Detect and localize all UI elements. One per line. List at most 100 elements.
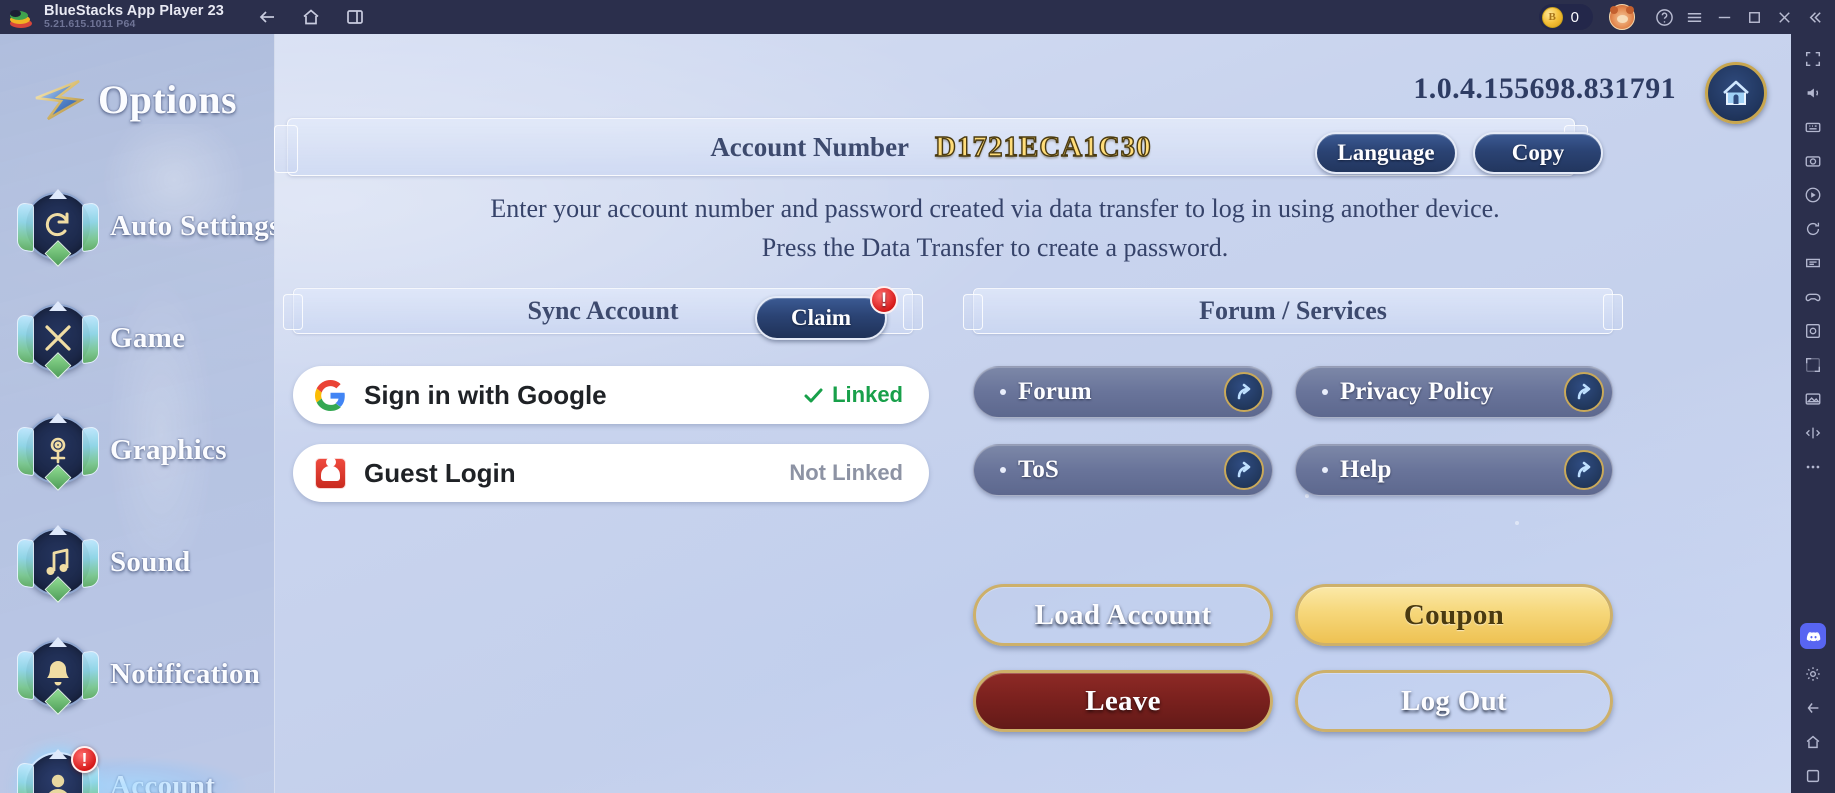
gear-refresh-icon [17,189,99,267]
video-record-icon[interactable] [1793,178,1833,212]
close-icon[interactable] [1769,0,1799,34]
sidebar-item-label: Auto Settings [110,209,275,242]
claim-button[interactable]: Claim ! [755,286,898,340]
titlebar-right-group: B 0 [1538,0,1835,34]
media-manager-icon[interactable] [1793,382,1833,416]
options-header: Options [28,76,237,123]
google-login-status-text: Linked [832,382,903,407]
forum-link-label: Forum [1018,378,1092,405]
coupon-button[interactable]: Coupon [1295,584,1613,646]
menu-icon[interactable] [1679,0,1709,34]
home-button[interactable] [1705,62,1767,124]
game-viewport: Options Auto Settings Game Graphics Soun… [0,34,1791,793]
sidebar-item-account[interactable]: ! Account [0,730,274,793]
sidebar-item-label: Graphics [110,433,227,466]
settings-icon[interactable] [1793,657,1833,691]
privacy-policy-link-button[interactable]: Privacy Policy [1295,366,1613,418]
help-link-button[interactable]: Help [1295,444,1613,496]
sidebar-item-label: Sound [110,545,191,578]
bell-icon [17,637,99,715]
info-text-line-1: Enter your account number and password c… [490,194,1500,223]
home-icon[interactable] [300,6,322,28]
keyboard-controls-icon[interactable] [1793,110,1833,144]
discord-icon[interactable] [1800,623,1826,649]
screen-capture-icon[interactable] [1793,314,1833,348]
google-login-row[interactable]: Sign in with Google Linked [293,366,929,424]
status-badge: ! [71,746,98,773]
options-sidebar: Options Auto Settings Game Graphics Soun… [0,34,275,793]
leave-button[interactable]: Leave [973,670,1273,732]
forum-services-header: Forum / Services [963,288,1623,334]
account-panel: 1.0.4.155698.831791 Account Number D1721… [274,34,1791,793]
info-text-line-2: Press the Data Transfer to create a pass… [761,233,1229,262]
user-avatar[interactable] [1609,4,1635,30]
tos-link-button[interactable]: ToS [973,444,1273,496]
minimize-icon[interactable] [1709,0,1739,34]
google-login-label: Sign in with Google [364,379,607,410]
guest-login-row[interactable]: Guest Login Not Linked [293,444,929,502]
sidebar-item-label: Notification [110,657,261,690]
bluestacks-tool-rail [1791,34,1835,793]
check-icon [804,388,823,403]
sidebar-item-label: Game [110,321,186,354]
recents-icon[interactable] [1793,759,1833,793]
log-out-button[interactable]: Log Out [1295,670,1613,732]
sidebar-item-graphics[interactable]: Graphics [0,394,274,506]
guest-login-status: Not Linked [789,460,903,486]
guest-user-icon [315,457,346,489]
claim-button-label: Claim [790,305,852,330]
sidebar-item-sound[interactable]: Sound [0,506,274,618]
google-login-status: Linked [802,382,903,408]
bluestacks-titlebar: BlueStacks App Player 23 5.21.615.1011 P… [0,0,1835,34]
sidebar-item-notification[interactable]: Notification [0,618,274,730]
more-icon[interactable] [1793,450,1833,484]
load-account-button[interactable]: Load Account [973,584,1273,646]
game-version: 1.0.4.155698.831791 [1413,72,1676,105]
back-icon[interactable] [256,6,278,28]
multi-instance-icon[interactable] [344,6,366,28]
app-version: 5.21.615.1011 P64 [44,18,136,31]
decor-sparkle [1305,494,1309,498]
external-link-icon [1564,450,1604,490]
options-arrow-icon [35,79,84,120]
coin-counter[interactable]: B 0 [1538,4,1593,30]
home-arrow-icon[interactable] [1793,725,1833,759]
copy-button[interactable]: Copy [1473,132,1603,174]
screenshot-icon[interactable] [1793,144,1833,178]
gamepad-icon[interactable] [1793,280,1833,314]
claim-alert-badge: ! [870,286,898,314]
help-link-label: Help [1340,456,1392,483]
crossed-swords-icon [17,301,99,379]
google-logo-icon [315,379,345,411]
language-button[interactable]: Language [1315,132,1457,174]
macro-icon[interactable] [1793,246,1833,280]
account-number-value: D1721ECA1C30 [934,130,1152,163]
external-link-icon [1224,372,1264,412]
account-number-label: Account Number [710,131,910,162]
house-icon [1723,80,1749,105]
sidebar-menu: Auto Settings Game Graphics Sound Notifi… [0,170,275,793]
screen: BlueStacks App Player 23 5.21.615.1011 P… [0,0,1835,793]
collapse-sidebar-icon[interactable] [1799,0,1829,34]
fullscreen-icon[interactable] [1793,42,1833,76]
coin-icon: B [1541,6,1563,28]
resize-icon[interactable] [1793,348,1833,382]
volume-icon[interactable] [1793,76,1833,110]
page-title: Options [98,77,238,122]
guest-login-status-text: Not Linked [789,460,903,485]
maximize-icon[interactable] [1739,0,1769,34]
external-link-icon [1564,372,1604,412]
rotate-icon[interactable] [1793,212,1833,246]
shake-icon[interactable] [1793,416,1833,450]
sidebar-item-label: Account [110,769,216,793]
decor-sparkle [1515,521,1519,525]
forum-link-button[interactable]: Forum [973,366,1273,418]
back-arrow-icon[interactable] [1793,691,1833,725]
app-title: BlueStacks App Player 23 [44,2,224,19]
sidebar-item-auto-settings[interactable]: Auto Settings [0,170,275,282]
sidebar-item-game[interactable]: Game [0,282,274,394]
titlebar-texts: BlueStacks App Player 23 5.21.615.1011 P… [44,2,224,31]
privacy-policy-link-label: Privacy Policy [1340,378,1494,405]
help-icon[interactable] [1649,0,1679,34]
music-note-icon [17,525,99,603]
